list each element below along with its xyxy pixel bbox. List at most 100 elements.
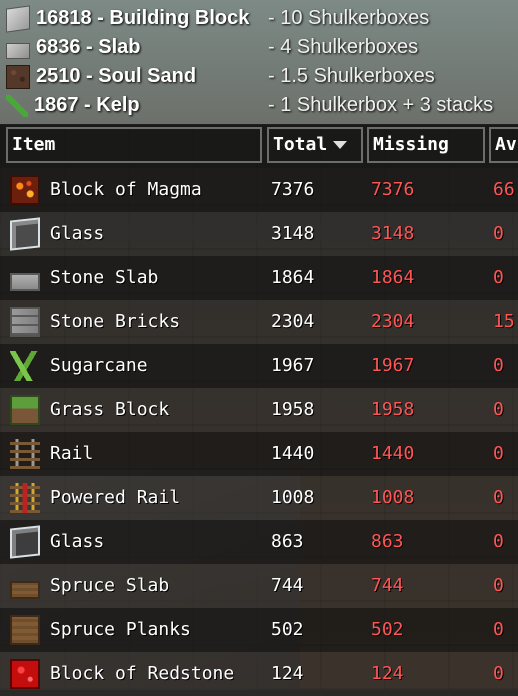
summary-row: 2510 - Soul Sand - 1.5 Shulkerboxes: [6, 62, 518, 91]
item-name: Glass: [50, 531, 105, 552]
item-total: 124: [271, 663, 304, 684]
summary-text: 2510 - Soul Sand: [36, 65, 197, 87]
spruce-planks-icon: [10, 615, 40, 645]
item-missing: 124: [371, 663, 404, 684]
item-missing: 2304: [371, 311, 415, 332]
item-total: 744: [271, 575, 304, 596]
summary-text: 6836 - Slab: [36, 36, 141, 58]
summary-note: - 1 Shulkerbox + 3 stacks: [268, 94, 494, 116]
item-missing: 744: [371, 575, 404, 596]
summary-row: 16818 - Building Block - 10 Shulkerboxes: [6, 4, 518, 33]
magma-block-icon: [10, 175, 40, 205]
material-list-table: Item Total Missing Av Block of Magma 737…: [0, 124, 518, 696]
item-total: 1008: [271, 487, 315, 508]
column-header-item[interactable]: Item: [6, 127, 262, 163]
item-missing: 3148: [371, 223, 415, 244]
column-header-label: Total: [273, 134, 328, 155]
soul-sand-icon: [6, 64, 30, 89]
item-available: 0: [493, 355, 504, 376]
item-missing: 7376: [371, 179, 415, 200]
item-name: Block of Redstone: [50, 663, 235, 684]
item-name: Rail: [50, 443, 94, 464]
item-name: Sugarcane: [50, 355, 148, 376]
item-available: 0: [493, 531, 504, 552]
table-row[interactable]: Spruce Slab 744 744 0: [0, 564, 518, 608]
table-row[interactable]: Stone Slab 1864 1864 0: [0, 256, 518, 300]
table-row[interactable]: Powered Rail 1008 1008 0: [0, 476, 518, 520]
summary-note: - 4 Shulkerboxes: [268, 36, 419, 58]
item-name: Stone Slab: [50, 267, 159, 288]
item-available: 0: [493, 663, 504, 684]
building-block-icon: [6, 4, 30, 33]
glass-icon: [10, 525, 40, 559]
item-total: 1967: [271, 355, 315, 376]
item-available: 0: [493, 487, 504, 508]
item-missing: 863: [371, 531, 404, 552]
table-row[interactable]: Stone Bricks 2304 2304 15: [0, 300, 518, 344]
item-name: Stone Bricks: [50, 311, 181, 332]
table-row[interactable]: Block of Magma 7376 7376 66: [0, 168, 518, 212]
redstone-block-icon: [10, 659, 40, 689]
item-missing: 1008: [371, 487, 415, 508]
item-total: 1958: [271, 399, 315, 420]
summary-text: 1867 - Kelp: [34, 94, 140, 116]
column-header-total[interactable]: Total: [267, 127, 363, 163]
item-available: 0: [493, 619, 504, 640]
slab-icon: [6, 42, 30, 59]
table-row[interactable]: Glass 3148 3148 0: [0, 212, 518, 256]
summary-row: 6836 - Slab - 4 Shulkerboxes: [6, 33, 518, 62]
item-total: 2304: [271, 311, 315, 332]
table-row[interactable]: Grass Block 1958 1958 0: [0, 388, 518, 432]
item-total: 3148: [271, 223, 315, 244]
column-header-label: Item: [12, 134, 56, 155]
column-header-label: Missing: [373, 134, 449, 155]
item-name: Block of Magma: [50, 179, 202, 200]
column-header-available[interactable]: Av: [489, 127, 518, 163]
powered-rail-icon: [10, 483, 40, 513]
item-name: Glass: [50, 223, 105, 244]
item-missing: 1440: [371, 443, 415, 464]
summary-note: - 10 Shulkerboxes: [268, 7, 430, 29]
item-name: Spruce Slab: [50, 575, 170, 596]
table-row[interactable]: Glass 863 863 0: [0, 520, 518, 564]
item-available: 0: [493, 575, 504, 596]
item-missing: 1967: [371, 355, 415, 376]
table-row[interactable]: Sugarcane 1967 1967 0: [0, 344, 518, 388]
item-missing: 1864: [371, 267, 415, 288]
summary-row: 1867 - Kelp - 1 Shulkerbox + 3 stacks: [6, 91, 518, 120]
table-header: Item Total Missing Av: [0, 124, 518, 168]
item-name: Spruce Planks: [50, 619, 191, 640]
sugarcane-icon: [10, 351, 40, 381]
item-missing: 1958: [371, 399, 415, 420]
stone-bricks-icon: [10, 307, 40, 337]
spruce-slab-icon: [10, 581, 40, 599]
item-available: 0: [493, 223, 504, 244]
item-total: 502: [271, 619, 304, 640]
item-total: 1440: [271, 443, 315, 464]
column-header-label: Av: [495, 134, 517, 155]
item-name: Grass Block: [50, 399, 170, 420]
item-available: 0: [493, 443, 504, 464]
summary-note: - 1.5 Shulkerboxes: [268, 65, 435, 87]
item-missing: 502: [371, 619, 404, 640]
item-total: 7376: [271, 179, 315, 200]
item-name: Powered Rail: [50, 487, 181, 508]
table-row[interactable]: Rail 1440 1440 0: [0, 432, 518, 476]
item-total: 863: [271, 531, 304, 552]
stone-slab-icon: [10, 273, 40, 291]
rail-icon: [10, 439, 40, 469]
sort-descending-icon: [333, 141, 348, 149]
material-summary: 16818 - Building Block - 10 Shulkerboxes…: [6, 4, 518, 120]
kelp-icon: [6, 94, 28, 117]
column-header-missing[interactable]: Missing: [367, 127, 485, 163]
grass-block-icon: [10, 395, 40, 425]
item-available: 66: [493, 179, 515, 200]
item-available: 0: [493, 267, 504, 288]
table-body: Block of Magma 7376 7376 66 Glass 3148 3…: [0, 168, 518, 696]
summary-text: 16818 - Building Block: [36, 7, 250, 29]
table-row[interactable]: Block of Redstone 124 124 0: [0, 652, 518, 696]
table-row[interactable]: Spruce Planks 502 502 0: [0, 608, 518, 652]
item-available: 15: [493, 311, 515, 332]
glass-icon: [10, 217, 40, 251]
item-total: 1864: [271, 267, 315, 288]
